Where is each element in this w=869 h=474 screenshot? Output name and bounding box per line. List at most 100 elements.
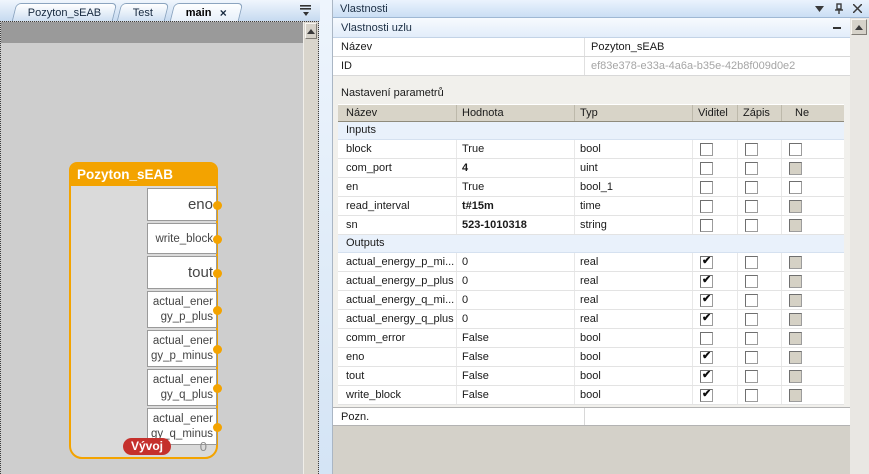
block-output-eno: eno <box>147 188 217 221</box>
properties-panel: Vlastnosti Vlastnosti uzlu <box>332 0 869 474</box>
param-value[interactable]: t#15m <box>457 197 575 215</box>
param-name: write_block <box>338 386 457 404</box>
panel-menu-button[interactable] <box>813 2 826 15</box>
output-pin[interactable] <box>213 345 222 354</box>
tab-main[interactable]: main× <box>169 3 242 21</box>
zapis-cell <box>738 140 782 158</box>
param-value[interactable]: 0 <box>457 272 575 290</box>
output-pin[interactable] <box>213 423 222 432</box>
param-value[interactable]: 4 <box>457 159 575 177</box>
block-counter: 0 <box>200 439 207 454</box>
pin-icon[interactable] <box>832 2 845 15</box>
field-row-id: IDef83e378-e33a-4a6a-b35e-42b8f009d0e2 <box>333 57 851 76</box>
zapis-checkbox[interactable] <box>745 370 758 383</box>
zapis-cell <box>738 253 782 271</box>
scroll-up-button[interactable] <box>851 19 867 35</box>
column-header-ne[interactable]: Ne <box>782 105 844 121</box>
param-value[interactable]: False <box>457 367 575 385</box>
viditel-checkbox[interactable] <box>700 219 713 232</box>
zapis-checkbox[interactable] <box>745 200 758 213</box>
param-value[interactable]: 0 <box>457 291 575 309</box>
panel-vertical-scrollbar[interactable] <box>850 18 869 474</box>
column-header-název[interactable]: Název <box>338 105 457 121</box>
output-pin[interactable] <box>213 235 222 244</box>
zapis-checkbox[interactable] <box>745 256 758 269</box>
field-label: Název <box>333 38 585 56</box>
diagram-canvas[interactable]: Pozyton_sEAB enowrite_blocktoutactual_en… <box>0 21 319 474</box>
param-row-tout: toutFalsebool <box>338 367 844 386</box>
viditel-checkbox-checked[interactable] <box>700 256 713 269</box>
ne-cell <box>782 291 844 309</box>
viditel-checkbox[interactable] <box>700 181 713 194</box>
ne-cell <box>782 253 844 271</box>
viditel-checkbox[interactable] <box>700 332 713 345</box>
panel-title: Vlastnosti <box>340 3 388 15</box>
ne-checkbox <box>789 219 802 232</box>
zapis-checkbox[interactable] <box>745 389 758 402</box>
field-value[interactable]: Pozyton_sEAB <box>585 38 851 56</box>
zapis-checkbox[interactable] <box>745 143 758 156</box>
zapis-checkbox[interactable] <box>745 219 758 232</box>
param-value[interactable]: 523-1010318 <box>457 216 575 234</box>
zapis-checkbox[interactable] <box>745 275 758 288</box>
output-pin[interactable] <box>213 269 222 278</box>
param-type: string <box>575 216 693 234</box>
viditel-checkbox[interactable] <box>700 143 713 156</box>
viditel-checkbox[interactable] <box>700 162 713 175</box>
tab-pozyton_seab[interactable]: Pozyton_sEAB <box>12 3 118 21</box>
viditel-cell <box>693 348 738 366</box>
column-header-hodnota[interactable]: Hodnota <box>457 105 575 121</box>
param-type: real <box>575 291 693 309</box>
tab-test[interactable]: Test <box>117 3 170 21</box>
viditel-checkbox-checked[interactable] <box>700 370 713 383</box>
viditel-checkbox-checked[interactable] <box>700 389 713 402</box>
arrow-up-icon <box>307 25 315 34</box>
ne-cell <box>782 159 844 177</box>
function-block-title: Pozyton_sEAB <box>71 164 216 186</box>
window-list-button[interactable] <box>298 3 314 17</box>
param-value[interactable]: False <box>457 386 575 404</box>
params-table-body: InputsblockTrueboolcom_port4uintenTruebo… <box>338 122 844 405</box>
zapis-checkbox[interactable] <box>745 351 758 364</box>
ne-checkbox[interactable] <box>789 143 802 156</box>
output-pin[interactable] <box>213 201 222 210</box>
viditel-checkbox-checked[interactable] <box>700 294 713 307</box>
param-value[interactable]: 0 <box>457 310 575 328</box>
output-pin[interactable] <box>213 306 222 315</box>
close-icon[interactable] <box>851 2 864 15</box>
column-header-typ[interactable]: Typ <box>575 105 693 121</box>
ne-checkbox[interactable] <box>789 181 802 194</box>
field-row-název: NázevPozyton_sEAB <box>333 38 851 57</box>
zapis-checkbox[interactable] <box>745 294 758 307</box>
column-header-zápis[interactable]: Zápis <box>738 105 782 121</box>
tab-strip: Pozyton_sEABTestmain× <box>0 0 320 21</box>
param-value[interactable]: True <box>457 178 575 196</box>
zapis-checkbox[interactable] <box>745 332 758 345</box>
viditel-checkbox-checked[interactable] <box>700 313 713 326</box>
column-header-viditel[interactable]: Viditel <box>693 105 738 121</box>
block-output-tout: tout <box>147 256 217 289</box>
tab-close-icon[interactable]: × <box>219 8 226 18</box>
zapis-checkbox[interactable] <box>745 313 758 326</box>
viditel-checkbox-checked[interactable] <box>700 275 713 288</box>
viditel-cell <box>693 272 738 290</box>
collapse-button[interactable] <box>833 27 841 29</box>
note-value-cell[interactable] <box>585 408 851 425</box>
function-block[interactable]: Pozyton_sEAB enowrite_blocktoutactual_en… <box>69 162 218 459</box>
param-value[interactable]: False <box>457 329 575 347</box>
param-row-read_interval: read_intervalt#15mtime <box>338 197 844 216</box>
ne-checkbox <box>789 200 802 213</box>
ne-checkbox <box>789 370 802 383</box>
param-value[interactable]: True <box>457 140 575 158</box>
canvas-vertical-scrollbar[interactable] <box>303 22 318 474</box>
param-value[interactable]: 0 <box>457 253 575 271</box>
param-value[interactable]: False <box>457 348 575 366</box>
viditel-checkbox[interactable] <box>700 200 713 213</box>
scroll-up-button[interactable] <box>305 23 317 39</box>
note-row: Pozn. <box>333 407 851 426</box>
viditel-checkbox-checked[interactable] <box>700 351 713 364</box>
output-pin[interactable] <box>213 384 222 393</box>
zapis-checkbox[interactable] <box>745 181 758 194</box>
param-row-en: enTruebool_1 <box>338 178 844 197</box>
zapis-checkbox[interactable] <box>745 162 758 175</box>
